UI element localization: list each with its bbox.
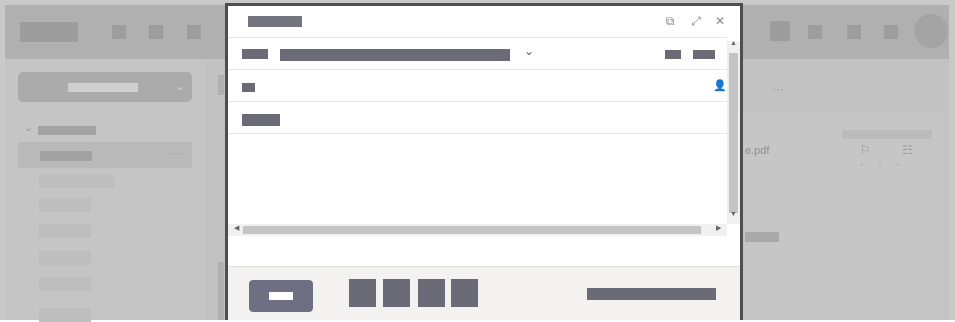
folder-item [39, 277, 91, 291]
top-bar-icon-1 [112, 25, 126, 39]
more-options-button[interactable] [451, 279, 478, 307]
reading-text-line [745, 232, 779, 242]
new-message-label [68, 83, 138, 92]
contact-icon[interactable]: 👤 [713, 79, 727, 92]
divider [228, 101, 727, 102]
top-bar-icon-5 [808, 25, 822, 39]
expand-icon[interactable]: ⤢ [687, 12, 705, 30]
top-bar-icon-6 [847, 25, 861, 39]
dialog-title [248, 16, 302, 27]
to-field[interactable] [242, 83, 255, 92]
reading-header-bar [842, 130, 932, 139]
chevron-down-icon[interactable]: ⌄ [524, 44, 534, 58]
avatar [914, 14, 948, 48]
divider [228, 133, 727, 134]
top-bar-icon-3 [187, 25, 201, 39]
close-icon[interactable]: ✕ [711, 12, 729, 30]
divider [228, 37, 727, 38]
folder-group-header [38, 126, 96, 135]
compose-dialog-body: ⧉ ⤢ ✕ ⌄ 👤 ▲ ▼ ◀ ▶ [228, 6, 740, 320]
scroll-left-icon[interactable]: ◀ [234, 224, 239, 232]
attach-button[interactable] [349, 279, 376, 307]
scrollbar-thumb[interactable] [243, 226, 701, 234]
pane-edge [218, 75, 224, 95]
scroll-right-icon[interactable]: ▶ [716, 224, 721, 232]
draft-status [587, 288, 716, 300]
app-logo [20, 22, 78, 42]
compose-dialog: ⧉ ⤢ ✕ ⌄ 👤 ▲ ▼ ◀ ▶ [225, 3, 743, 320]
insert-image-button[interactable] [383, 279, 410, 307]
reading-action-icons: ⚐ ☷ ··· [860, 143, 927, 171]
top-bar-icon-7 [884, 25, 898, 39]
cc-button[interactable] [665, 50, 681, 59]
new-message-button: ⌄ [18, 72, 192, 102]
compose-footer [228, 266, 740, 320]
divider [228, 69, 727, 70]
more-icon: ··· [772, 82, 784, 96]
scrollbar-thumb[interactable] [729, 53, 738, 213]
folder-item-label [40, 151, 92, 161]
chevron-down-icon: ⌄ [24, 122, 34, 134]
horizontal-scrollbar[interactable]: ◀ ▶ [228, 224, 727, 236]
more-icon: ··· [170, 146, 182, 160]
pane-edge [218, 262, 224, 320]
subject-field[interactable] [242, 114, 280, 126]
popout-icon[interactable]: ⧉ [661, 12, 679, 30]
chevron-down-icon: ⌄ [175, 79, 186, 93]
scroll-down-icon[interactable]: ▼ [730, 211, 737, 218]
folder-item [39, 198, 91, 212]
vertical-scrollbar[interactable]: ▲ ▼ [727, 40, 740, 224]
from-label [242, 49, 268, 59]
bcc-button[interactable] [693, 50, 715, 59]
folder-item [39, 251, 91, 265]
scroll-up-icon[interactable]: ▲ [730, 40, 737, 47]
emoji-button[interactable] [418, 279, 445, 307]
attachment-filename: e.pdf [745, 145, 770, 157]
from-selector[interactable] [280, 49, 510, 61]
top-bar-icon-4 [770, 21, 790, 41]
send-button-label [269, 292, 293, 300]
folder-item-selected: ··· [18, 142, 192, 168]
folder-item [39, 174, 114, 188]
folder-item [39, 224, 91, 238]
send-button[interactable] [249, 280, 313, 312]
top-bar-icon-2 [149, 25, 163, 39]
